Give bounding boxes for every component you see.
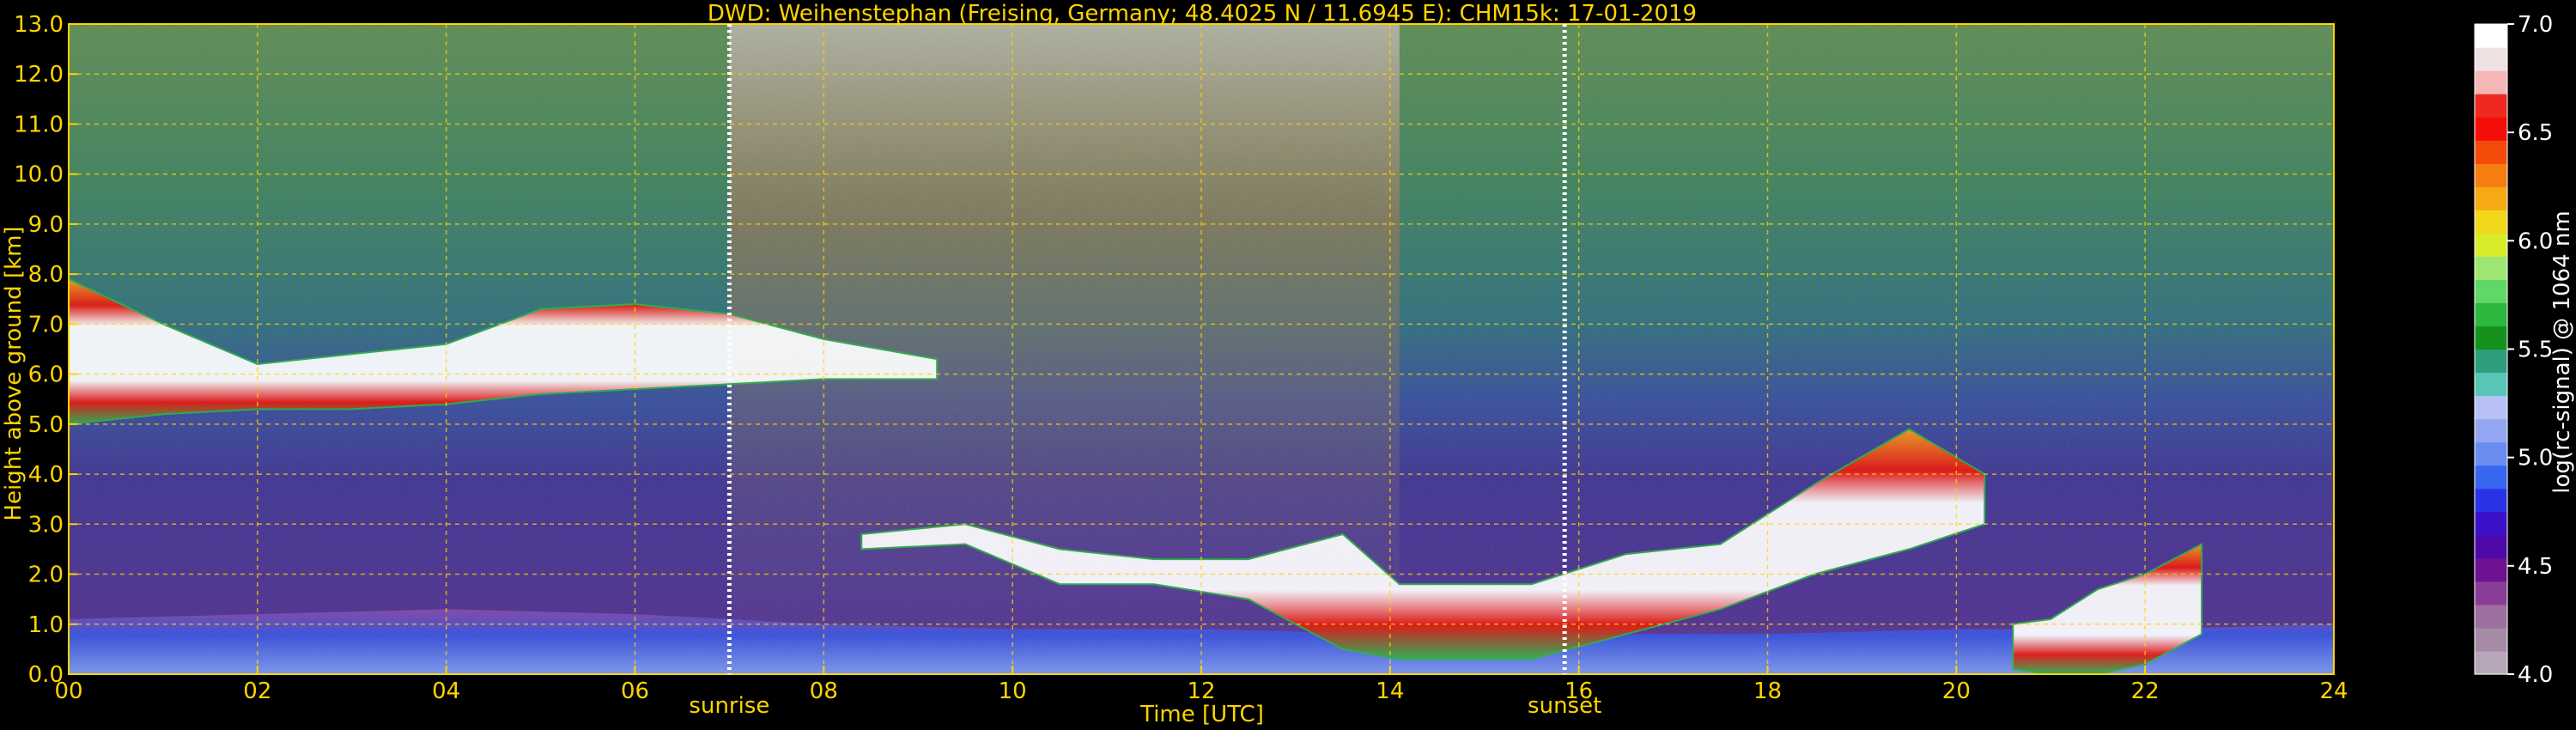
colorbar-segment	[2475, 210, 2507, 234]
colorbar-segment	[2475, 465, 2507, 490]
x-tick-label: 06	[621, 678, 649, 704]
x-tick-label: 24	[2319, 678, 2348, 704]
colorbar-segment	[2475, 24, 2507, 48]
colorbar-segment	[2475, 581, 2507, 605]
colorbar-tick-label: 4.5	[2518, 554, 2553, 580]
x-tick-label: 20	[1942, 678, 1971, 704]
colorbar-label: log(rc-signal) @ 1064 nm	[2549, 210, 2575, 493]
colorbar-segment	[2475, 279, 2507, 304]
colorbar-segment	[2475, 117, 2507, 141]
colorbar-segment	[2475, 488, 2507, 513]
x-tick-label: 22	[2131, 678, 2160, 704]
colorbar: 4.0 4.5 5.0 5.5 6.0 6.5 7.0	[2474, 12, 2553, 688]
y-tick-label: 13.0	[14, 12, 64, 38]
colorbar-segment	[2475, 441, 2507, 466]
y-tick-label: 1.0	[28, 612, 64, 638]
y-tick-label: 5.0	[28, 412, 64, 438]
colorbar-segment	[2475, 256, 2507, 280]
colorbar-segment	[2475, 511, 2507, 536]
y-tick-label: 2.0	[28, 563, 64, 588]
colorbar-segment	[2475, 163, 2507, 187]
y-axis-label: Height above ground [km]	[1, 226, 27, 520]
ceilometer-chart: sunrise sunset 00 02 04 06 08 10 12 14 16 18 20 22 24…	[1, 1, 2575, 727]
colorbar-segment	[2475, 47, 2507, 71]
y-tick-label: 6.0	[28, 362, 64, 388]
y-tick-label: 10.0	[14, 162, 64, 188]
colorbar-segment	[2475, 349, 2507, 374]
x-axis-label: Time [UTC]	[1139, 702, 1264, 727]
colorbar-segment	[2475, 94, 2507, 118]
colorbar-segment	[2475, 372, 2507, 397]
x-tick-label: 08	[810, 678, 838, 704]
colorbar-segment	[2475, 70, 2507, 94]
colorbar-tick-label: 7.0	[2518, 12, 2553, 38]
colorbar-segment	[2475, 418, 2507, 443]
x-tick-label: 16	[1564, 678, 1593, 704]
colorbar-segment	[2475, 627, 2507, 652]
y-tick-label: 8.0	[28, 262, 64, 288]
colorbar-segment	[2475, 650, 2507, 675]
x-tick-label: 10	[999, 678, 1027, 704]
x-tick-label: 04	[432, 678, 460, 704]
colorbar-segment	[2475, 557, 2507, 582]
chart-title: DWD: Weihenstephan (Freising, Germany; 4…	[708, 1, 1697, 27]
x-tick-label: 02	[243, 678, 271, 704]
colorbar-segment	[2475, 604, 2507, 629]
y-tick-label: 4.0	[28, 462, 64, 488]
y-tick-label: 3.0	[28, 512, 64, 538]
marker-label-sunrise: sunrise	[689, 693, 769, 719]
colorbar-tick-label: 4.0	[2518, 662, 2553, 688]
y-tick-label: 11.0	[14, 112, 64, 137]
x-tick-label: 14	[1376, 678, 1404, 704]
colorbar-segment	[2475, 302, 2507, 327]
y-tick-label: 9.0	[28, 212, 64, 238]
colorbar-tick-label: 5.0	[2518, 446, 2553, 471]
colorbar-segment	[2475, 395, 2507, 420]
y-tick-label: 0.0	[28, 662, 64, 688]
colorbar-tick-label: 6.5	[2518, 120, 2553, 146]
x-tick-label: 12	[1187, 678, 1215, 704]
colorbar-tick-label: 5.5	[2518, 338, 2553, 363]
y-tick-label: 7.0	[28, 312, 64, 338]
colorbar-segment	[2475, 233, 2507, 257]
colorbar-segment	[2475, 186, 2507, 210]
colorbar-segment	[2475, 325, 2507, 350]
colorbar-segment	[2475, 140, 2507, 164]
colorbar-segment	[2475, 534, 2507, 559]
colorbar-tick-label: 6.0	[2518, 228, 2553, 254]
x-tick-label: 18	[1753, 678, 1782, 704]
y-tick-label: 12.0	[14, 62, 64, 88]
